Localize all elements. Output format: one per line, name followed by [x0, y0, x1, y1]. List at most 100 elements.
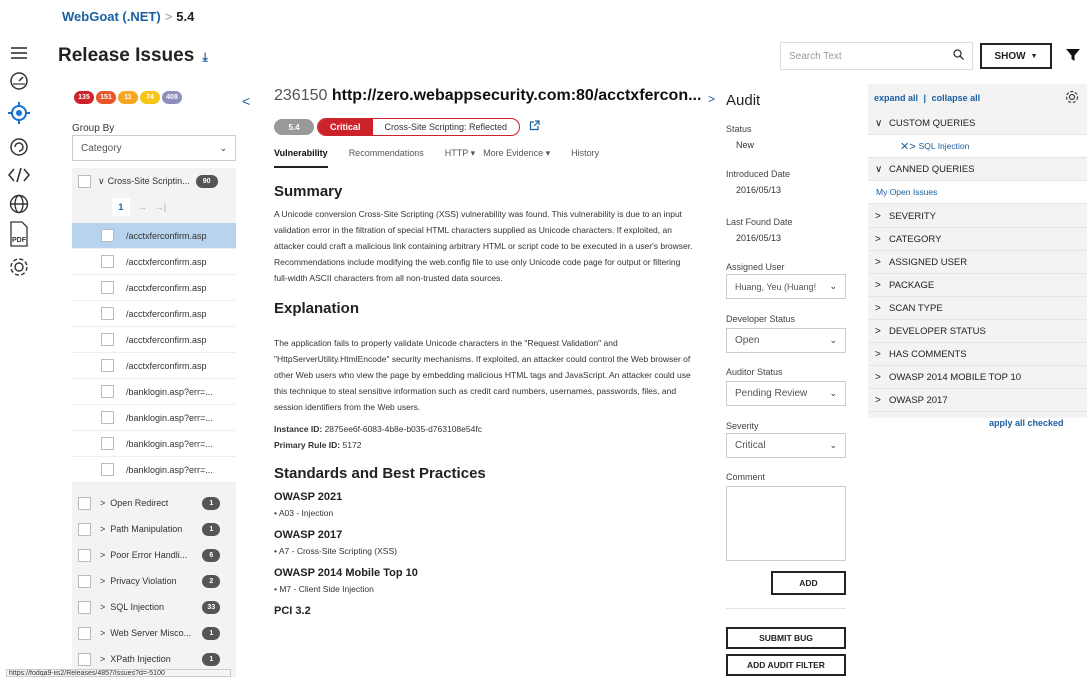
breadcrumb-app-link[interactable]: WebGoat (.NET) — [62, 9, 161, 24]
pager-last[interactable]: →| — [155, 202, 166, 212]
collapse-list-icon[interactable]: < — [242, 93, 250, 109]
group-checkbox[interactable] — [78, 174, 91, 188]
medium-count-badge[interactable]: 11 — [118, 91, 138, 104]
group-row[interactable]: > Open Redirect 1 — [72, 490, 236, 516]
settings-icon[interactable] — [6, 254, 32, 280]
filter-category-has-comments[interactable]: > HAS COMMENTS — [868, 343, 1087, 366]
issue-checkbox[interactable] — [101, 385, 114, 398]
filter-category-scan-type[interactable]: > SCAN TYPE — [868, 297, 1087, 320]
group-checkbox[interactable] — [78, 626, 91, 640]
chevron-right-icon[interactable]: > — [100, 602, 105, 612]
group-checkbox[interactable] — [78, 522, 91, 536]
add-audit-filter-button[interactable]: ADD AUDIT FILTER — [726, 654, 846, 676]
issue-checkbox[interactable] — [101, 463, 114, 476]
tab-recommendations[interactable]: Recommendations — [349, 148, 424, 168]
globe-icon[interactable] — [6, 191, 32, 217]
search-icon[interactable] — [953, 49, 964, 63]
issue-checkbox[interactable] — [101, 229, 114, 242]
dashboard-icon[interactable] — [6, 68, 32, 94]
search-input[interactable] — [781, 43, 941, 69]
audit-icon[interactable] — [6, 134, 32, 160]
severity-select[interactable]: Critical ⌄ — [726, 433, 846, 458]
filter-group-canned-queries[interactable]: ∨ CANNED QUERIES — [868, 158, 1087, 181]
filter-category-developer-status[interactable]: > DEVELOPER STATUS — [868, 320, 1087, 343]
issue-row[interactable]: /banklogin.asp?err=... — [72, 405, 236, 431]
filter-category-category[interactable]: > CATEGORY — [868, 228, 1087, 251]
auditor-status-select[interactable]: Pending Review ⌄ — [726, 381, 846, 406]
high-count-badge[interactable]: 151 — [96, 91, 116, 104]
low-count-badge[interactable]: 74 — [140, 91, 160, 104]
tab-history[interactable]: History — [571, 148, 599, 168]
issue-row[interactable]: /acctxferconfirm.asp — [72, 223, 236, 249]
issue-row[interactable]: /acctxferconfirm.asp — [72, 353, 236, 379]
tab-vulnerability[interactable]: Vulnerability — [274, 148, 328, 168]
group-checkbox[interactable] — [78, 496, 91, 510]
expand-audit-icon[interactable]: > — [708, 92, 715, 106]
group-row[interactable]: > Path Manipulation 1 — [72, 516, 236, 542]
chevron-right-icon[interactable]: > — [100, 654, 105, 664]
collapse-all-link[interactable]: collapse all — [932, 93, 981, 103]
group-checkbox[interactable] — [78, 574, 91, 588]
pager-page[interactable]: 1 — [111, 198, 130, 216]
issue-row[interactable]: /banklogin.asp?err=... — [72, 379, 236, 405]
group-row[interactable]: > Privacy Violation 2 — [72, 568, 236, 594]
issue-row[interactable]: /acctxferconfirm.asp — [72, 327, 236, 353]
chevron-right-icon[interactable]: > — [100, 550, 105, 560]
submit-bug-button[interactable]: SUBMIT BUG — [726, 627, 846, 649]
issue-checkbox[interactable] — [101, 281, 114, 294]
group-checkbox[interactable] — [78, 600, 91, 614]
target-icon[interactable] — [6, 100, 32, 126]
issue-row[interactable]: /acctxferconfirm.asp — [72, 301, 236, 327]
issue-checkbox[interactable] — [101, 359, 114, 372]
group-checkbox[interactable] — [78, 652, 91, 666]
filter-category-owasp-mobile[interactable]: > OWASP 2014 MOBILE TOP 10 — [868, 366, 1087, 389]
show-button[interactable]: SHOW ▼ — [980, 43, 1052, 69]
add-comment-button[interactable]: ADD — [771, 571, 846, 595]
filter-icon[interactable] — [1066, 48, 1080, 65]
filter-category-package[interactable]: > PACKAGE — [868, 274, 1087, 297]
tab-more-evidence[interactable]: More Evidence ▾ — [483, 148, 550, 168]
custom-query-item[interactable]: ✕> SQL Injection — [868, 135, 1087, 158]
pager-next[interactable]: → — [138, 202, 147, 212]
assigned-user-select[interactable]: Huang, Yeu (Huang! ⌄ — [726, 274, 846, 299]
group-row[interactable]: > Web Server Misco... 1 — [72, 620, 236, 646]
comment-textarea[interactable] — [726, 486, 846, 561]
info-count-badge[interactable]: 408 — [162, 91, 182, 104]
issue-checkbox[interactable] — [101, 333, 114, 346]
pdf-icon[interactable]: PDF — [6, 219, 32, 249]
issue-row[interactable]: /acctxferconfirm.asp — [72, 275, 236, 301]
chevron-right-icon[interactable]: > — [100, 498, 105, 508]
chevron-right-icon[interactable]: > — [100, 628, 105, 638]
filter-category-owasp-2017[interactable]: > OWASP 2017 — [868, 389, 1087, 412]
chevron-right-icon[interactable]: > — [100, 576, 105, 586]
group-checkbox[interactable] — [78, 548, 91, 562]
tab-http[interactable]: HTTP ▾ — [445, 148, 475, 168]
filter-settings-icon[interactable] — [1065, 90, 1079, 107]
issue-row[interactable]: /banklogin.asp?err=... — [72, 457, 236, 483]
group-row-cross-site-scripting[interactable]: ∨ Cross-Site Scriptin... 90 — [72, 168, 236, 194]
code-icon[interactable] — [6, 162, 32, 188]
filter-category-severity[interactable]: > SEVERITY — [868, 205, 1087, 228]
issue-checkbox[interactable] — [101, 307, 114, 320]
filter-category-assigned-user[interactable]: > ASSIGNED USER — [868, 251, 1087, 274]
download-icon[interactable]: ⤓ — [203, 50, 208, 64]
canned-query-item[interactable]: My Open Issues — [868, 181, 1087, 204]
issue-checkbox[interactable] — [101, 411, 114, 424]
developer-status-select[interactable]: Open ⌄ — [726, 328, 846, 353]
group-row[interactable]: > Poor Error Handli... 6 — [72, 542, 236, 568]
group-row[interactable]: > SQL Injection 33 — [72, 594, 236, 620]
chevron-right-icon[interactable]: > — [100, 524, 105, 534]
filter-group-custom-queries[interactable]: ∨ CUSTOM QUERIES — [868, 112, 1087, 135]
critical-count-badge[interactable]: 135 — [74, 91, 94, 104]
group-by-select[interactable]: Category ⌄ — [72, 135, 236, 161]
external-link-icon[interactable] — [529, 120, 540, 134]
apply-all-checked-link[interactable]: apply all checked — [989, 418, 1064, 428]
expand-all-link[interactable]: expand all — [874, 93, 918, 103]
hamburger-icon[interactable] — [6, 40, 32, 66]
issue-checkbox[interactable] — [101, 255, 114, 268]
group-count: 2 — [202, 574, 221, 588]
issue-row[interactable]: /acctxferconfirm.asp — [72, 249, 236, 275]
issue-row[interactable]: /banklogin.asp?err=... — [72, 431, 236, 457]
issue-checkbox[interactable] — [101, 437, 114, 450]
chevron-down-icon[interactable]: ∨ — [98, 176, 105, 187]
